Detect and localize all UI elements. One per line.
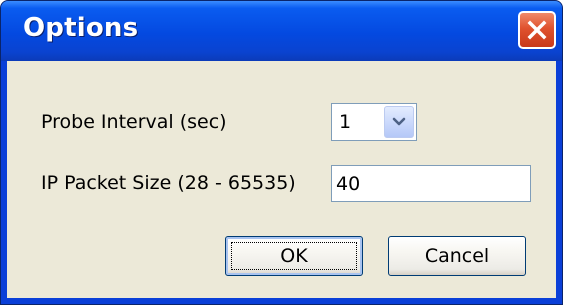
probe-interval-select[interactable]: 1 — [331, 103, 417, 141]
ok-button[interactable]: OK — [225, 236, 363, 276]
close-button[interactable] — [518, 11, 556, 49]
ok-button-label: OK — [280, 245, 308, 267]
cancel-button-label: Cancel — [424, 245, 490, 267]
packet-size-input[interactable] — [331, 165, 531, 202]
cancel-button[interactable]: Cancel — [388, 236, 526, 276]
dropdown-button[interactable] — [384, 106, 414, 138]
title-bar[interactable]: Options — [1, 1, 562, 61]
packet-size-label: IP Packet Size (28 - 65535) — [41, 172, 296, 194]
close-icon — [527, 20, 547, 40]
probe-interval-value: 1 — [339, 111, 352, 133]
window-title: Options — [23, 13, 139, 43]
probe-interval-label: Probe Interval (sec) — [41, 111, 227, 133]
options-dialog: Options Probe Interval (sec) 1 IP Packet… — [0, 0, 563, 305]
dialog-body: Probe Interval (sec) 1 IP Packet Size (2… — [7, 61, 556, 298]
chevron-down-icon — [392, 117, 406, 126]
